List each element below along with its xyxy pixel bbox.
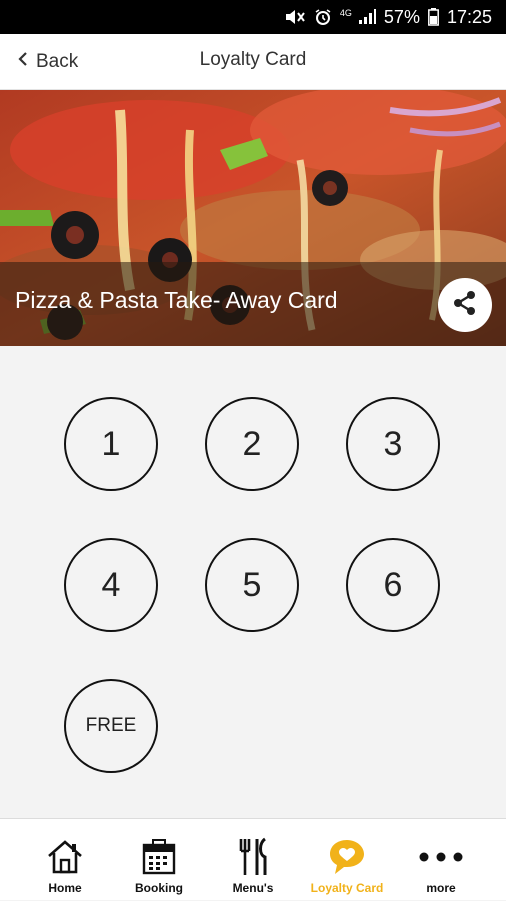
nav-menus[interactable]: Menu's <box>208 819 298 901</box>
back-label: Back <box>36 51 79 72</box>
stamp-4[interactable]: 4 <box>64 538 158 632</box>
battery-percent: 57% <box>383 6 420 27</box>
app-bar: Loyalty Card Back <box>0 34 506 90</box>
nav-more-label: more <box>426 881 456 895</box>
network-type: 4G <box>339 8 352 18</box>
status-bar: 4G 57% 17:25 <box>0 0 506 34</box>
card-title: Pizza & Pasta Take- Away Card <box>15 287 338 313</box>
nav-menus-label: Menu's <box>232 881 274 895</box>
home-icon <box>46 837 84 877</box>
nav-booking-label: Booking <box>135 881 183 895</box>
back-button[interactable]: Back <box>18 34 78 90</box>
stamp-6[interactable]: 6 <box>346 538 440 632</box>
nav-loyalty-card[interactable]: Loyalty Card <box>302 819 392 901</box>
share-icon <box>452 290 478 321</box>
stamp-3[interactable]: 3 <box>346 397 440 491</box>
nav-booking[interactable]: Booking <box>114 819 204 901</box>
nav-loyalty-card-label: Loyalty Card <box>310 881 384 895</box>
clock: 17:25 <box>446 6 492 27</box>
heart-bubble-icon <box>327 837 367 877</box>
share-button[interactable] <box>438 278 492 332</box>
stamp-5[interactable]: 5 <box>205 538 299 632</box>
cutlery-icon <box>235 837 271 877</box>
nav-home-label: Home <box>48 881 82 895</box>
more-dots-icon <box>419 837 463 877</box>
calendar-icon <box>141 837 177 877</box>
nav-home[interactable]: Home <box>20 819 110 901</box>
stamp-1[interactable]: 1 <box>64 397 158 491</box>
bottom-nav: Home Booking Menu's Loyalty Card more <box>0 818 506 900</box>
stamp-2[interactable]: 2 <box>205 397 299 491</box>
signal-icon <box>358 9 376 25</box>
alarm-icon <box>314 8 332 26</box>
battery-icon <box>428 8 439 26</box>
nav-more[interactable]: more <box>396 819 486 901</box>
stamp-free[interactable]: FREE <box>64 679 158 773</box>
chevron-left-icon <box>18 51 28 73</box>
mute-icon <box>284 9 306 25</box>
